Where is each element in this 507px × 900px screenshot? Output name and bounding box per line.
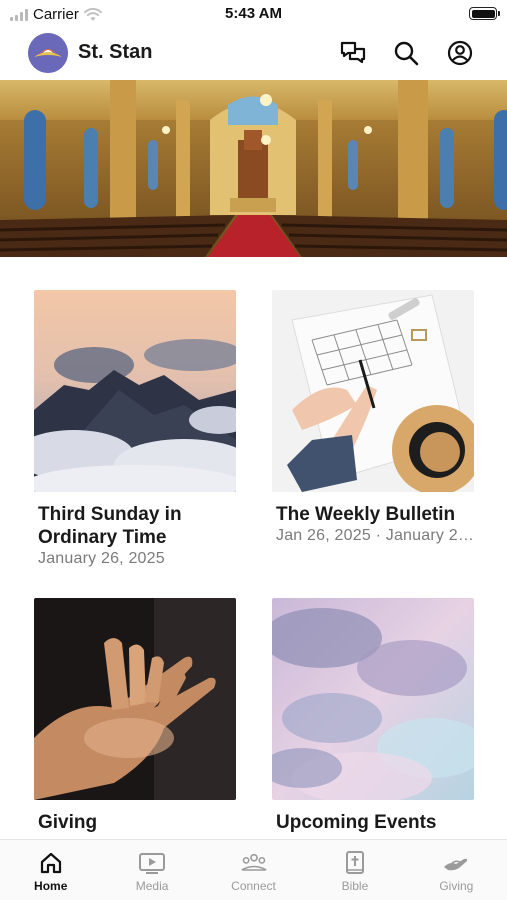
dove-logo-icon (28, 33, 68, 73)
tab-connect[interactable]: Connect (203, 840, 304, 900)
search-icon (394, 41, 419, 66)
tab-bible[interactable]: Bible (304, 840, 405, 900)
card-giving[interactable]: Giving (34, 598, 236, 834)
card-subtitle: January 26, 2025 (38, 550, 165, 567)
tab-label: Home (34, 879, 68, 893)
bottom-tab-bar: Home Media Connect Bible Giving (0, 839, 507, 900)
messages-button[interactable] (338, 38, 368, 68)
people-group-icon (240, 850, 268, 876)
card-title: The Weekly Bulletin (276, 504, 456, 525)
chat-bubbles-icon (340, 41, 366, 64)
open-hand-image (34, 598, 236, 800)
tab-label: Connect (231, 879, 276, 893)
bible-icon (341, 850, 369, 876)
pastel-clouds-image (272, 598, 474, 800)
search-button[interactable] (391, 38, 421, 68)
planner-desk-image (272, 290, 474, 492)
play-screen-icon (138, 850, 166, 876)
church-logo[interactable] (28, 33, 68, 73)
app-title: St. Stan (78, 41, 153, 63)
card-subtitle: Jan 26, 2025 · January 26, 2025 (276, 527, 474, 544)
card-third-sunday[interactable]: Third Sunday in Ordinary Time January 26… (34, 290, 236, 568)
card-title: Giving (38, 812, 98, 833)
tab-label: Giving (439, 879, 474, 893)
card-title: Third Sunday in Ordinary Time (38, 504, 182, 548)
giving-hand-icon (442, 850, 470, 876)
home-icon (37, 850, 65, 876)
battery-icon (469, 7, 500, 20)
church-interior-illustration (0, 80, 507, 257)
account-icon (447, 40, 473, 66)
tab-label: Media (135, 879, 169, 893)
app-header: St. Stan (0, 28, 507, 80)
card-title: Upcoming Events (276, 812, 437, 833)
mountains-clouds-image (34, 290, 236, 492)
tab-label: Bible (341, 879, 369, 893)
tab-giving[interactable]: Giving (406, 840, 507, 900)
status-bar: Carrier 5:43 AM (0, 0, 507, 28)
card-upcoming-events[interactable]: Upcoming Events (272, 598, 474, 834)
hero-church-interior-image (0, 80, 507, 257)
profile-button[interactable] (445, 38, 475, 68)
tab-home[interactable]: Home (0, 840, 101, 900)
status-time: 5:43 AM (225, 5, 282, 22)
tab-media[interactable]: Media (101, 840, 202, 900)
card-weekly-bulletin[interactable]: The Weekly Bulletin Jan 26, 2025 · Janua… (272, 290, 474, 545)
